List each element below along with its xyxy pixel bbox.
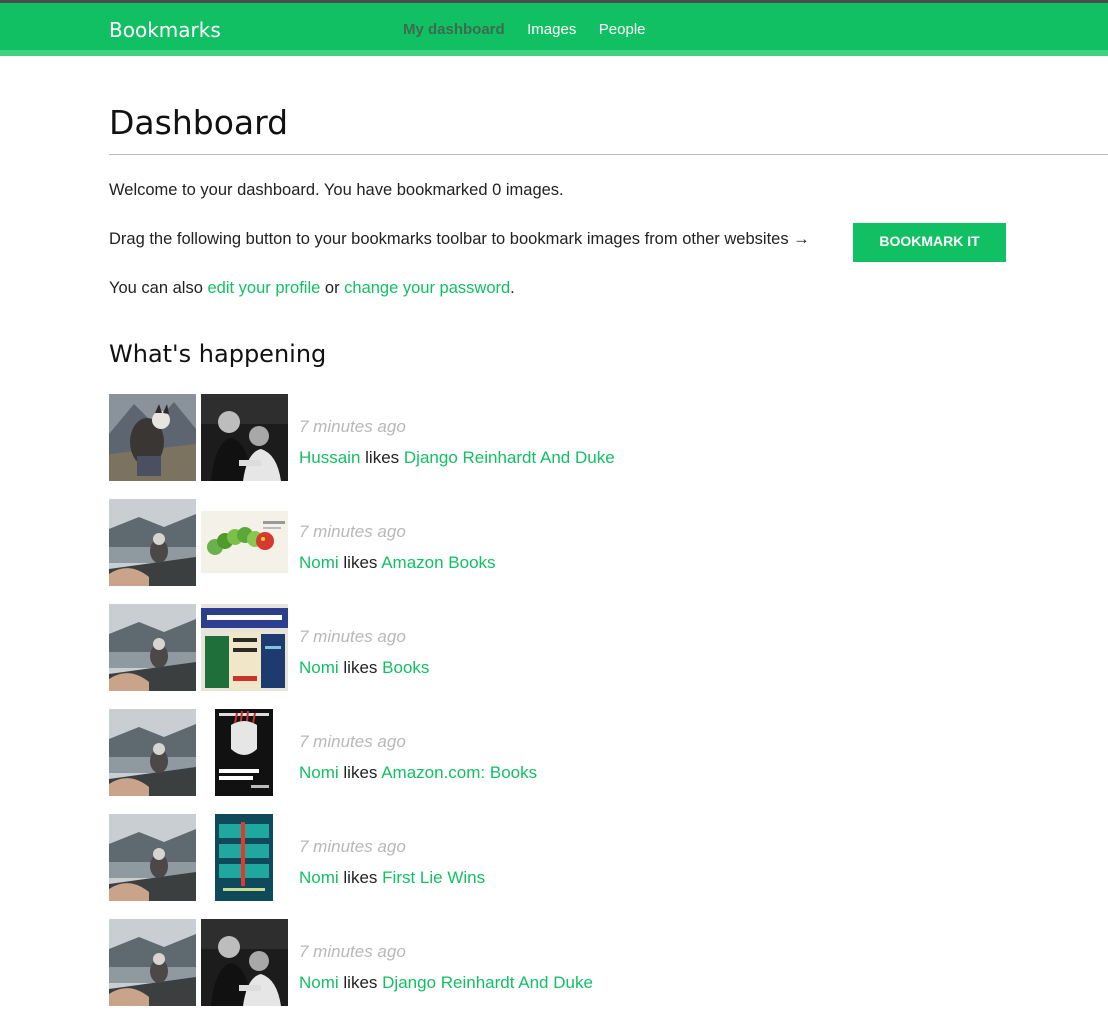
activity-time: 7 minutes ago xyxy=(299,627,406,646)
activity-item: 7 minutes ago Nomi likes First Lie Wins xyxy=(109,814,1108,919)
activity-time: 7 minutes ago xyxy=(299,942,406,961)
activity-verb: likes xyxy=(343,868,378,887)
nav-item-people: People xyxy=(599,21,646,39)
activity-user-link[interactable]: Hussain xyxy=(299,448,360,467)
activity-item: 7 minutes ago Nomi likes Amazon Books xyxy=(109,499,1108,604)
site-logo[interactable]: Bookmarks xyxy=(109,18,221,42)
activity-time: 7 minutes ago xyxy=(299,837,406,856)
header-shadow xyxy=(0,50,1108,56)
activity-item: 7 minutes ago Nomi likes Books xyxy=(109,604,1108,709)
nav-link-people[interactable]: People xyxy=(599,21,646,38)
title-divider xyxy=(109,154,1108,155)
welcome-text: Welcome to your dashboard. You have book… xyxy=(109,181,564,199)
activity-verb: likes xyxy=(365,448,400,467)
activity-item: 7 minutes ago Nomi likes Django Reinhard… xyxy=(109,919,1108,1024)
nav-link-images[interactable]: Images xyxy=(527,21,576,38)
activity-description: Nomi likes Django Reinhardt And Duke xyxy=(299,973,593,993)
activity-user-link[interactable]: Nomi xyxy=(299,553,339,572)
activity-item: 7 minutes ago Hussain likes Django Reinh… xyxy=(109,394,1108,499)
change-password-link[interactable]: change your password xyxy=(344,279,510,297)
activity-description: Nomi likes Books xyxy=(299,658,429,678)
main-nav: My dashboard Images People xyxy=(403,21,664,39)
activity-description: Nomi likes Amazon.com: Books xyxy=(299,763,537,783)
activity-heading: What's happening xyxy=(109,340,327,368)
activity-user-link[interactable]: Nomi xyxy=(299,868,339,887)
activity-description: Nomi likes Amazon Books xyxy=(299,553,496,573)
image-thumb-caterpillar-book[interactable] xyxy=(201,499,288,586)
activity-verb: likes xyxy=(343,553,378,572)
user-avatar-husky-lake[interactable] xyxy=(109,604,196,691)
activity-target-link[interactable]: Amazon.com: Books xyxy=(381,763,537,782)
page-title: Dashboard xyxy=(109,103,289,142)
activity-target-link[interactable]: Django Reinhardt And Duke xyxy=(382,973,593,992)
also-prefix: You can also xyxy=(109,279,203,297)
bookmark-it-button[interactable]: BOOKMARK IT xyxy=(853,223,1006,262)
or-text: or xyxy=(324,279,340,297)
image-thumb-first-lie-wins-cover[interactable] xyxy=(201,814,288,901)
user-avatar-husky-mountain[interactable] xyxy=(109,394,196,481)
user-avatar-husky-lake[interactable] xyxy=(109,709,196,796)
activity-list: 7 minutes ago Hussain likes Django Reinh… xyxy=(109,394,1108,1024)
nav-item-dashboard: My dashboard xyxy=(403,21,505,39)
activity-description: Hussain likes Django Reinhardt And Duke xyxy=(299,448,615,468)
activity-time: 7 minutes ago xyxy=(299,732,406,751)
activity-target-link[interactable]: Amazon Books xyxy=(381,553,495,572)
activity-description: Nomi likes First Lie Wins xyxy=(299,868,485,888)
edit-profile-link[interactable]: edit your profile xyxy=(207,279,320,297)
header-bar: Bookmarks My dashboard Images People xyxy=(0,3,1108,50)
nav-item-images: Images xyxy=(527,21,576,39)
period-text: . xyxy=(510,279,515,297)
activity-verb: likes xyxy=(343,973,378,992)
nav-link-dashboard[interactable]: My dashboard xyxy=(403,21,505,38)
activity-target-link[interactable]: Books xyxy=(382,658,429,677)
image-thumb-best-books-cover[interactable] xyxy=(201,604,288,691)
activity-user-link[interactable]: Nomi xyxy=(299,658,339,677)
activity-verb: likes xyxy=(343,763,378,782)
activity-time: 7 minutes ago xyxy=(299,522,406,541)
image-thumb-indoctrinated-brain-cover[interactable] xyxy=(201,709,288,796)
activity-target-link[interactable]: First Lie Wins xyxy=(382,868,485,887)
activity-verb: likes xyxy=(343,658,378,677)
activity-target-link[interactable]: Django Reinhardt And Duke xyxy=(404,448,615,467)
image-thumb-bw-photo[interactable] xyxy=(201,394,288,481)
user-avatar-husky-lake[interactable] xyxy=(109,814,196,901)
profile-links-line: You can also edit your profile or change… xyxy=(109,279,515,298)
image-thumb-bw-photo[interactable] xyxy=(201,919,288,1006)
activity-user-link[interactable]: Nomi xyxy=(299,763,339,782)
activity-time: 7 minutes ago xyxy=(299,417,406,436)
user-avatar-husky-lake[interactable] xyxy=(109,499,196,586)
activity-item: 7 minutes ago Nomi likes Amazon.com: Boo… xyxy=(109,709,1108,814)
user-avatar-husky-lake[interactable] xyxy=(109,919,196,1006)
drag-instructions: Drag the following button to your bookma… xyxy=(109,230,810,248)
activity-user-link[interactable]: Nomi xyxy=(299,973,339,992)
